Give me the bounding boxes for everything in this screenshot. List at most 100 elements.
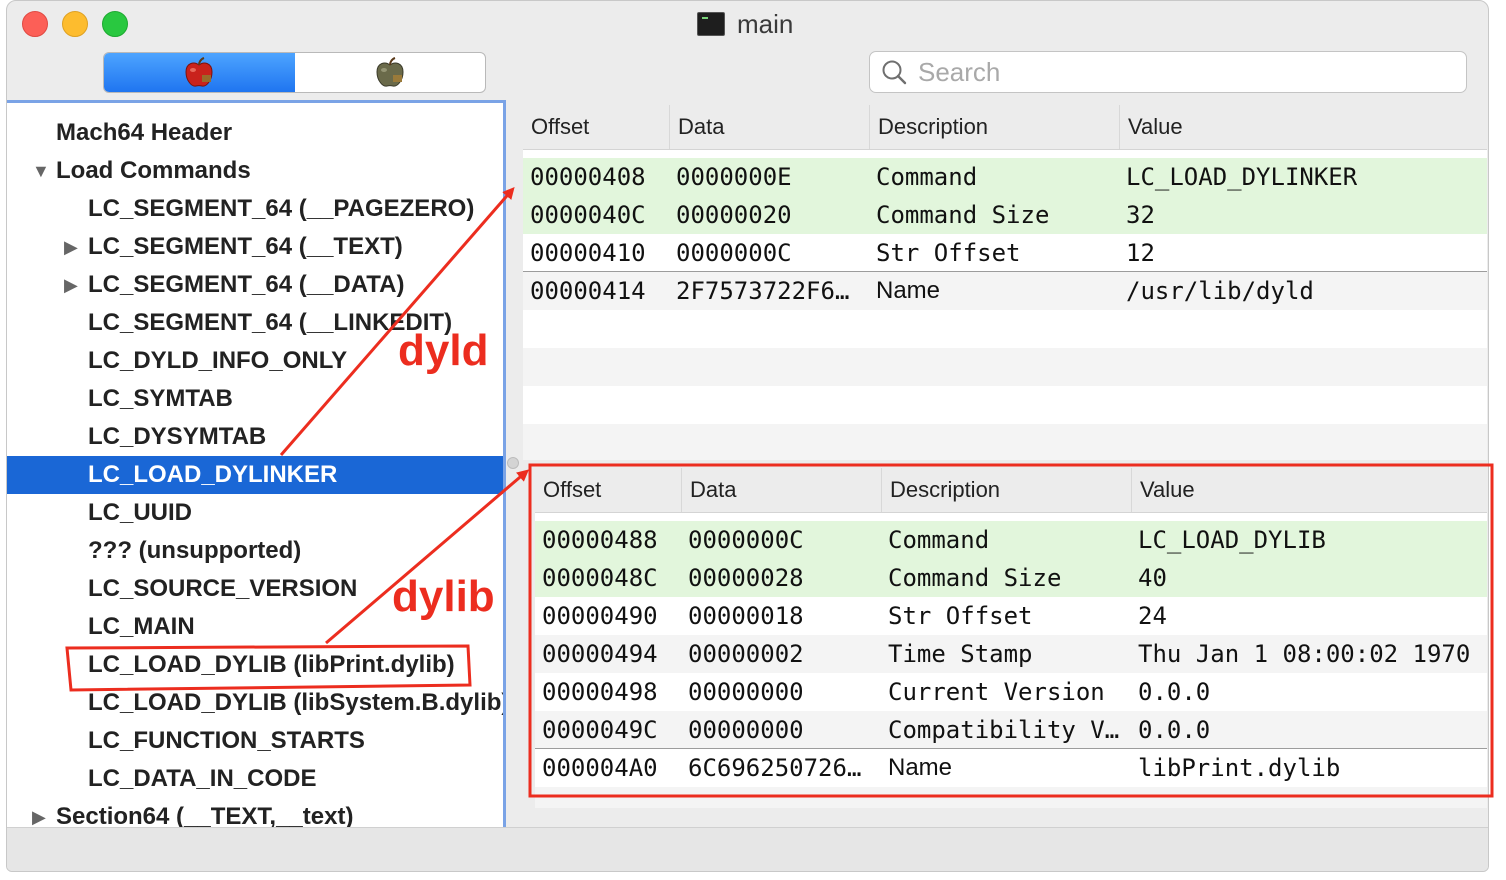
table-row[interactable]: 0000048C 00000028 Command Size 40: [535, 559, 1487, 597]
cell-value: LC_LOAD_DYLINKER: [1126, 163, 1358, 191]
table-row[interactable]: 0000049C 00000000 Compatibility V… 0.0.0: [535, 711, 1487, 749]
empty-row: [523, 386, 1487, 424]
terminal-icon: [697, 12, 725, 36]
cell-description: Str Offset: [876, 239, 1021, 267]
cell-description: Command: [888, 526, 990, 554]
cell-offset: 0000040C: [530, 201, 646, 229]
detail-table-top: Offset Data Description Value 00000408 000000…: [523, 105, 1487, 460]
tree-item-label: LC_DYSYMTAB: [88, 423, 267, 450]
cell-data: 00000000: [688, 678, 804, 706]
search-icon: [882, 60, 907, 85]
cell-offset: 00000494: [542, 640, 658, 668]
cell-value: 24: [1138, 602, 1167, 630]
tree-item[interactable]: ▼ Load Commands: [7, 152, 503, 190]
tree-item-label: LC_SEGMENT_64 (__DATA): [88, 271, 405, 298]
table-row[interactable]: 0000040C 00000020 Command Size 32: [523, 196, 1487, 234]
tree-item[interactable]: LC_DYSYMTAB: [7, 418, 503, 456]
tree-item[interactable]: ▶ Section64 (__TEXT,__text): [7, 798, 503, 828]
search-field[interactable]: [869, 51, 1467, 93]
tree-item-label: Mach64 Header: [56, 119, 233, 146]
table-row[interactable]: 00000494 00000002 Time Stamp Thu Jan 1 08:0…: [535, 635, 1487, 673]
table-row[interactable]: 00000408 0000000E Command LC_LOAD_DYLINKER: [523, 158, 1487, 196]
tree-item-label: LC_SEGMENT_64 (__PAGEZERO): [88, 195, 475, 222]
window-title: main: [737, 8, 794, 39]
rva-view-segment[interactable]: [295, 53, 486, 92]
table-row[interactable]: 000004A0 6C696250726… Name libPrint.dylib: [535, 749, 1487, 787]
tree-item-label: ??? (unsupported): [88, 537, 302, 564]
view-mode-segmented-control: [103, 52, 486, 93]
column-header[interactable]: Data: [669, 105, 869, 149]
column-header[interactable]: Description: [869, 105, 1119, 149]
close-button[interactable]: [22, 11, 48, 37]
cell-description: Current Version: [888, 678, 1105, 706]
tree-item-label: LC_SYMTAB: [88, 385, 233, 412]
column-header[interactable]: Offset: [535, 468, 681, 512]
tree-item-label: LC_SOURCE_VERSION: [88, 575, 358, 602]
tree-item-label: LC_FUNCTION_STARTS: [88, 727, 365, 754]
column-header[interactable]: Value: [1119, 105, 1487, 149]
app-window: main Mach64 Header▼Load Co: [6, 0, 1489, 872]
table-row[interactable]: 00000490 00000018 Str Offset 24: [535, 597, 1487, 635]
empty-row: [535, 787, 1487, 808]
zoom-button[interactable]: [102, 11, 128, 37]
tree-item[interactable]: LC_UUID: [7, 494, 503, 532]
column-header[interactable]: Data: [681, 468, 881, 512]
column-header[interactable]: Description: [881, 468, 1131, 512]
cell-description: Command: [876, 163, 978, 191]
cell-description: Compatibility V…: [888, 716, 1120, 744]
disclosure-closed-icon[interactable]: ▶: [32, 807, 46, 828]
cell-data: 00000028: [688, 564, 804, 592]
minimize-button[interactable]: [62, 11, 88, 37]
empty-row: [523, 348, 1487, 386]
tree-item-label: LC_UUID: [88, 499, 193, 526]
table-row[interactable]: 00000498 00000000 Current Version 0.0.0: [535, 673, 1487, 711]
cell-value: 0.0.0: [1138, 716, 1211, 744]
load-commands-tree: Mach64 Header ▼ Load Commands LC_SEGMENT_64…: [7, 100, 506, 830]
cell-description: Time Stamp: [888, 640, 1033, 668]
split-view-handle[interactable]: [507, 457, 519, 469]
table-row[interactable]: 00000410 0000000C Str Offset 12: [523, 234, 1487, 272]
tree-item[interactable]: ▶ LC_SEGMENT_64 (__TEXT): [7, 228, 503, 266]
cell-value: LC_LOAD_DYLIB: [1138, 526, 1326, 554]
column-header[interactable]: Offset: [523, 105, 669, 149]
disclosure-closed-icon[interactable]: ▶: [64, 275, 78, 296]
cell-value: 0.0.0: [1138, 678, 1211, 706]
table-row[interactable]: 00000488 0000000C Command LC_LOAD_DYLIB: [535, 521, 1487, 559]
cell-data: 0000000E: [676, 163, 792, 191]
tree-item[interactable]: LC_SEGMENT_64 (__PAGEZERO): [7, 190, 503, 228]
search-input[interactable]: [916, 55, 1440, 89]
tree-item-label: LC_DATA_IN_CODE: [88, 765, 317, 792]
cell-data: 0000000C: [676, 239, 792, 267]
cell-offset: 00000410: [530, 239, 646, 267]
titlebar: main: [7, 1, 1488, 45]
dylib-annotation-label: dylib: [392, 572, 495, 621]
column-header[interactable]: Value: [1131, 468, 1487, 512]
dyld-annotation-label: dyld: [398, 326, 489, 375]
cell-description: Name: [876, 277, 941, 304]
table-row[interactable]: 00000414 2F7573722F6… Name/usr/lib/dyld: [523, 272, 1487, 310]
cell-value: 12: [1126, 239, 1155, 267]
tree-item[interactable]: LC_FUNCTION_STARTS: [7, 722, 503, 760]
empty-row: [523, 310, 1487, 348]
cell-data: 00000002: [688, 640, 804, 668]
apple-raw-icon: [185, 56, 213, 87]
window-title-group: main: [697, 9, 793, 39]
tree-item-label: LC_LOAD_DYLIB (libPrint.dylib): [88, 651, 455, 678]
disclosure-closed-icon[interactable]: ▶: [64, 237, 78, 258]
tree-item-label: LC_LOAD_DYLINKER: [88, 461, 338, 488]
tree-item-label: LC_DYLD_INFO_ONLY: [88, 347, 348, 374]
tree-item[interactable]: LC_SYMTAB: [7, 380, 503, 418]
disclosure-open-icon[interactable]: ▼: [32, 161, 50, 182]
tree-item[interactable]: LC_LOAD_DYLIB (libSystem.B.dylib): [7, 684, 503, 722]
table-header: Offset Data Description Value: [523, 105, 1487, 150]
tree-item-label: Load Commands: [56, 157, 251, 184]
tree-item[interactable]: LC_LOAD_DYLIB (libPrint.dylib): [7, 646, 503, 684]
tree-item[interactable]: LC_DATA_IN_CODE: [7, 760, 503, 798]
tree-item[interactable]: Mach64 Header: [7, 114, 503, 152]
tree-item[interactable]: ??? (unsupported): [7, 532, 503, 570]
tree-item[interactable]: ▶ LC_SEGMENT_64 (__DATA): [7, 266, 503, 304]
cell-data: 00000020: [676, 201, 792, 229]
tree-item-label: LC_SEGMENT_64 (__TEXT): [88, 233, 403, 260]
tree-item[interactable]: LC_LOAD_DYLINKER: [7, 456, 503, 494]
raw-view-segment[interactable]: [104, 53, 295, 92]
